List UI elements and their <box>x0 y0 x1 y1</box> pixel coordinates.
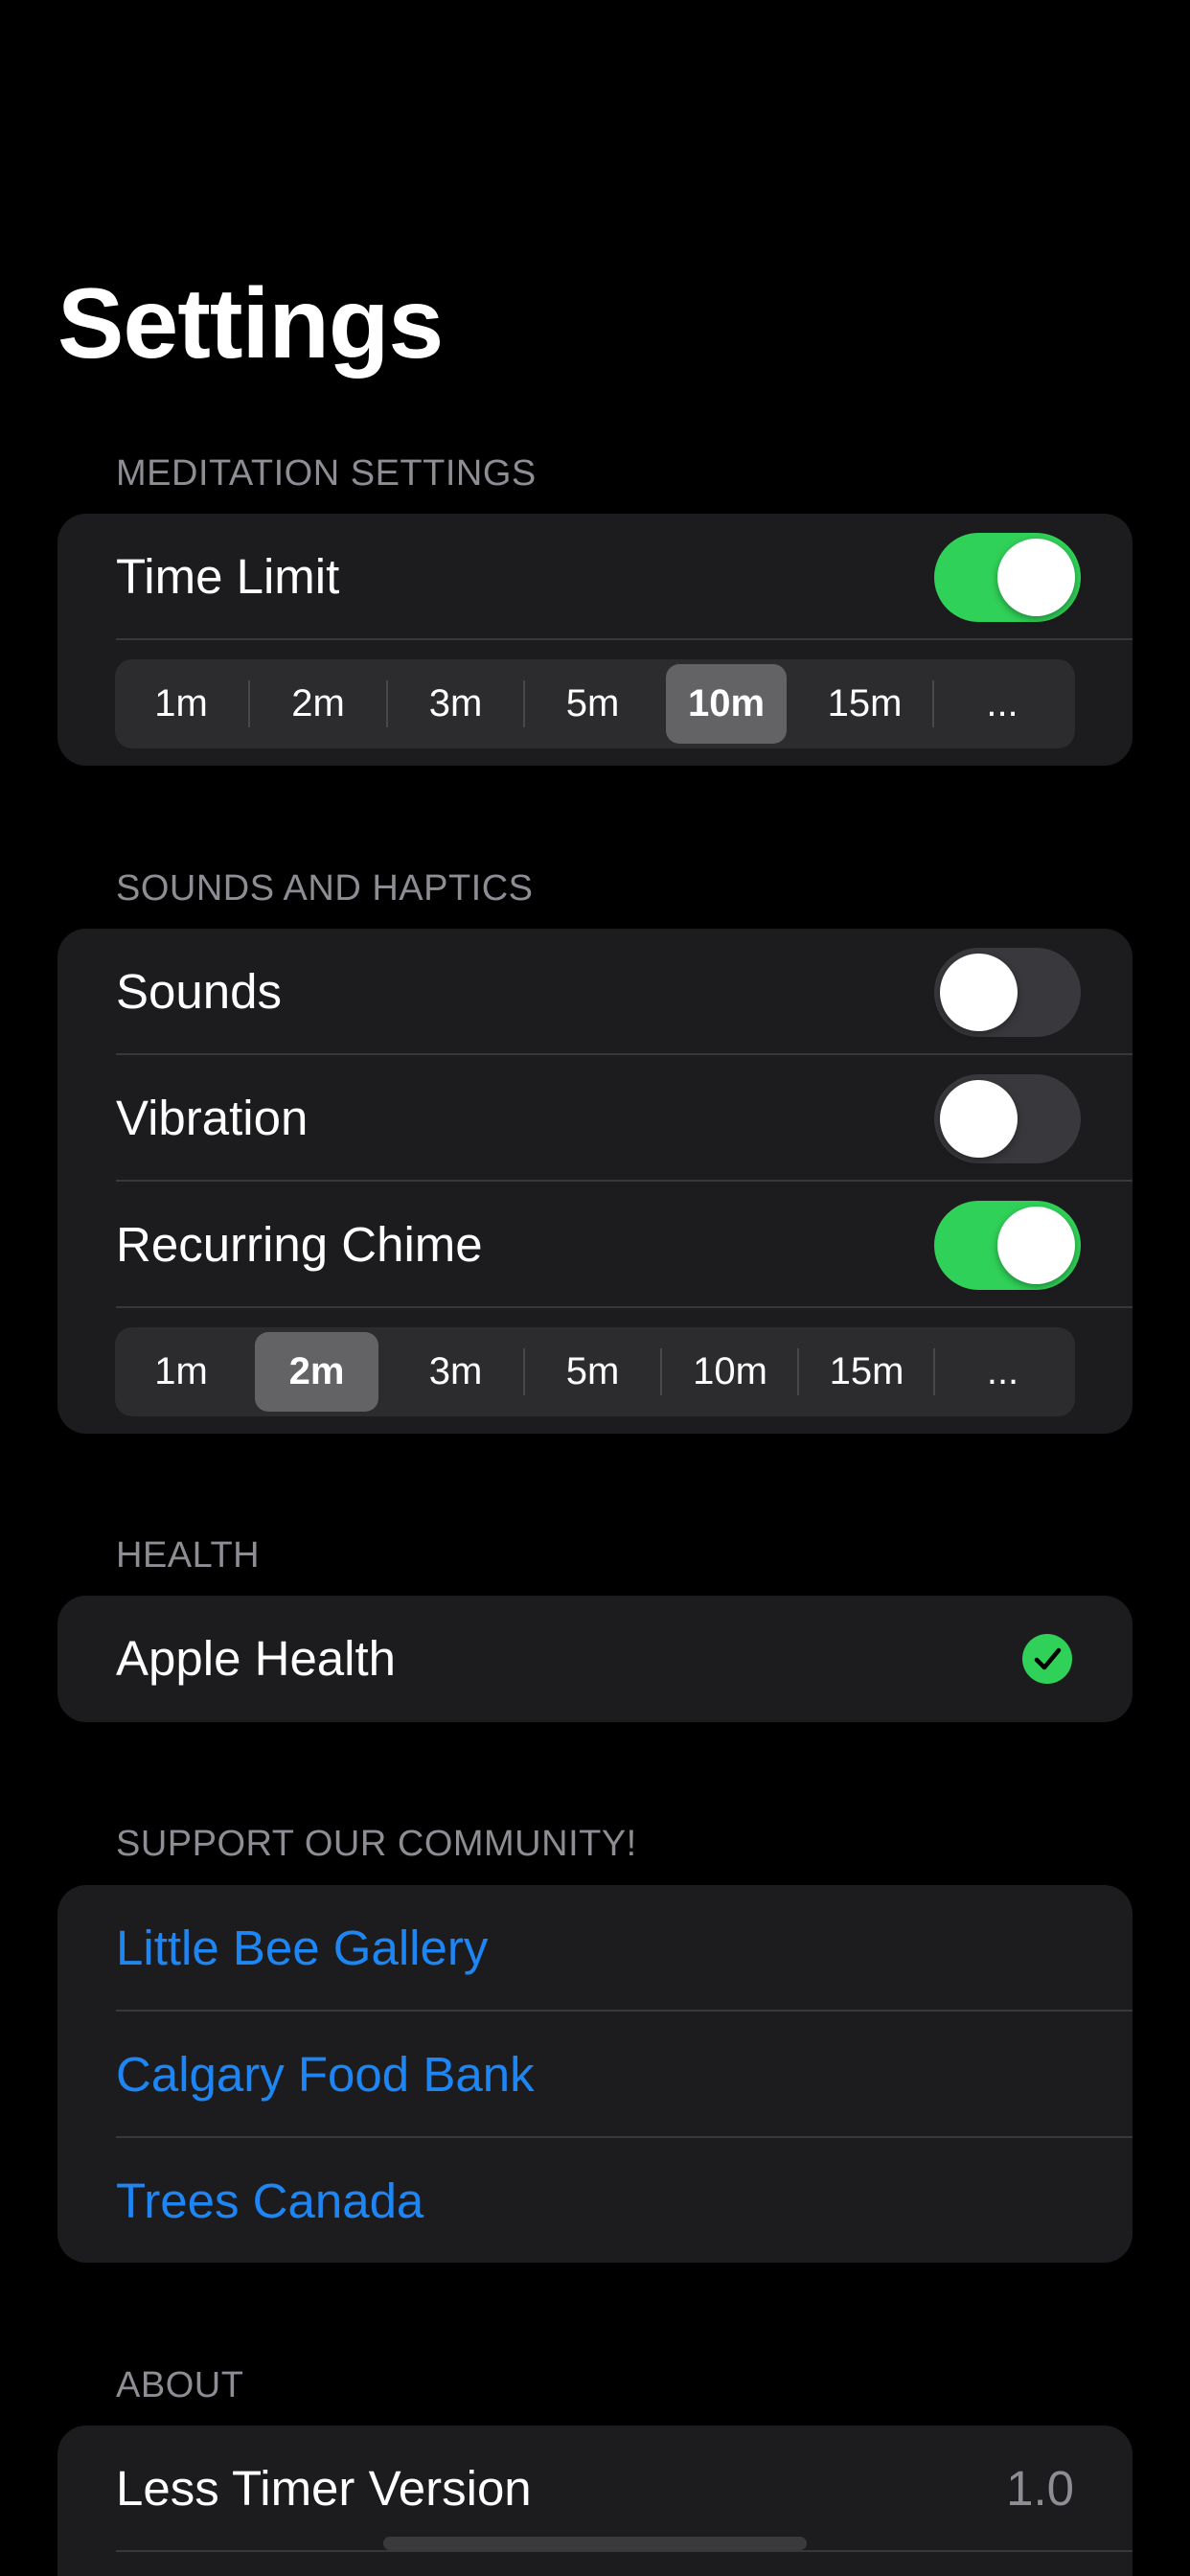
section-header-meditation: MEDITATION SETTINGS <box>116 453 537 494</box>
sounds-label: Sounds <box>116 964 282 1019</box>
time-limit-label: Time Limit <box>116 549 340 604</box>
toggle-knob <box>997 539 1075 616</box>
section-header-health: HEALTH <box>116 1535 261 1576</box>
segment-separator <box>933 1348 935 1395</box>
sounds-row: Sounds <box>57 929 1133 1055</box>
community-card: Little Bee Gallery Calgary Food Bank Tre… <box>57 1885 1133 2263</box>
version-row: Less Timer Version 1.0 <box>57 2426 1133 2552</box>
segment-separator <box>660 1348 662 1395</box>
segment-15m[interactable]: 15m <box>798 659 931 748</box>
trees-canada-link[interactable]: Trees Canada <box>116 2138 423 2263</box>
link-row[interactable]: Calgary Food Bank <box>57 2012 1133 2138</box>
toggle-knob <box>997 1207 1075 1284</box>
time-limit-row: Time Limit <box>57 514 1133 640</box>
section-header-sounds: SOUNDS AND HAPTICS <box>116 868 534 908</box>
toggle-knob <box>940 1080 1018 1158</box>
toggle-knob <box>940 954 1018 1031</box>
about-card: Less Timer Version 1.0 <box>57 2426 1133 2576</box>
segment-10m[interactable]: 10m <box>663 1327 797 1416</box>
sounds-haptics-card: Sounds Vibration Recurring Chime 1m 2m 3… <box>57 929 1133 1434</box>
segment-3m[interactable]: 3m <box>389 659 522 748</box>
chime-interval-picker: 1m 2m 3m 5m 10m 15m ... <box>115 1327 1075 1416</box>
version-label: Less Timer Version <box>116 2461 532 2516</box>
segment-1m[interactable]: 1m <box>115 659 247 748</box>
recurring-chime-row: Recurring Chime <box>57 1182 1133 1308</box>
time-limit-toggle[interactable] <box>934 533 1081 622</box>
segment-3m[interactable]: 3m <box>389 1327 522 1416</box>
segment-2m-selected[interactable]: 2m <box>255 1332 378 1412</box>
segment-2m[interactable]: 2m <box>251 659 385 748</box>
home-indicator[interactable] <box>383 2537 807 2550</box>
version-value: 1.0 <box>1006 2461 1074 2516</box>
segment-more[interactable]: ... <box>935 659 1069 748</box>
apple-health-label: Apple Health <box>116 1631 397 1686</box>
time-limit-duration-picker: 1m 2m 3m 5m 10m 15m ... <box>115 659 1075 748</box>
segment-separator <box>248 680 250 727</box>
segment-more[interactable]: ... <box>936 1327 1069 1416</box>
meditation-settings-card: Time Limit 1m 2m 3m 5m 10m 15m ... <box>57 514 1133 766</box>
divider <box>116 638 1133 640</box>
settings-screen: Settings MEDITATION SETTINGS Time Limit … <box>0 0 1190 2576</box>
segment-separator <box>523 680 525 727</box>
health-card: Apple Health <box>57 1596 1133 1722</box>
section-header-community: SUPPORT OUR COMMUNITY! <box>116 1824 637 1864</box>
segment-5m[interactable]: 5m <box>526 1327 659 1416</box>
recurring-chime-toggle[interactable] <box>934 1201 1081 1290</box>
segment-1m[interactable]: 1m <box>115 1327 247 1416</box>
checkmark-circle-icon <box>1022 1634 1072 1684</box>
segment-15m[interactable]: 15m <box>800 1327 933 1416</box>
little-bee-gallery-link[interactable]: Little Bee Gallery <box>116 1885 488 2012</box>
segment-10m-selected[interactable]: 10m <box>666 664 787 744</box>
segment-separator <box>932 680 934 727</box>
divider <box>116 1306 1133 1308</box>
segment-separator <box>523 1348 525 1395</box>
divider <box>116 2550 1133 2552</box>
sounds-toggle[interactable] <box>934 948 1081 1037</box>
recurring-chime-label: Recurring Chime <box>116 1217 483 1272</box>
segment-separator <box>797 1348 799 1395</box>
apple-health-row[interactable]: Apple Health <box>57 1596 1133 1722</box>
link-row[interactable]: Trees Canada <box>57 2138 1133 2263</box>
vibration-row: Vibration <box>57 1055 1133 1182</box>
segment-5m[interactable]: 5m <box>526 659 659 748</box>
vibration-label: Vibration <box>116 1091 309 1145</box>
link-row[interactable]: Little Bee Gallery <box>57 1885 1133 2012</box>
calgary-food-bank-link[interactable]: Calgary Food Bank <box>116 2012 535 2138</box>
segment-separator <box>386 680 388 727</box>
vibration-toggle[interactable] <box>934 1074 1081 1163</box>
page-title: Settings <box>57 268 444 380</box>
section-header-about: ABOUT <box>116 2365 244 2405</box>
